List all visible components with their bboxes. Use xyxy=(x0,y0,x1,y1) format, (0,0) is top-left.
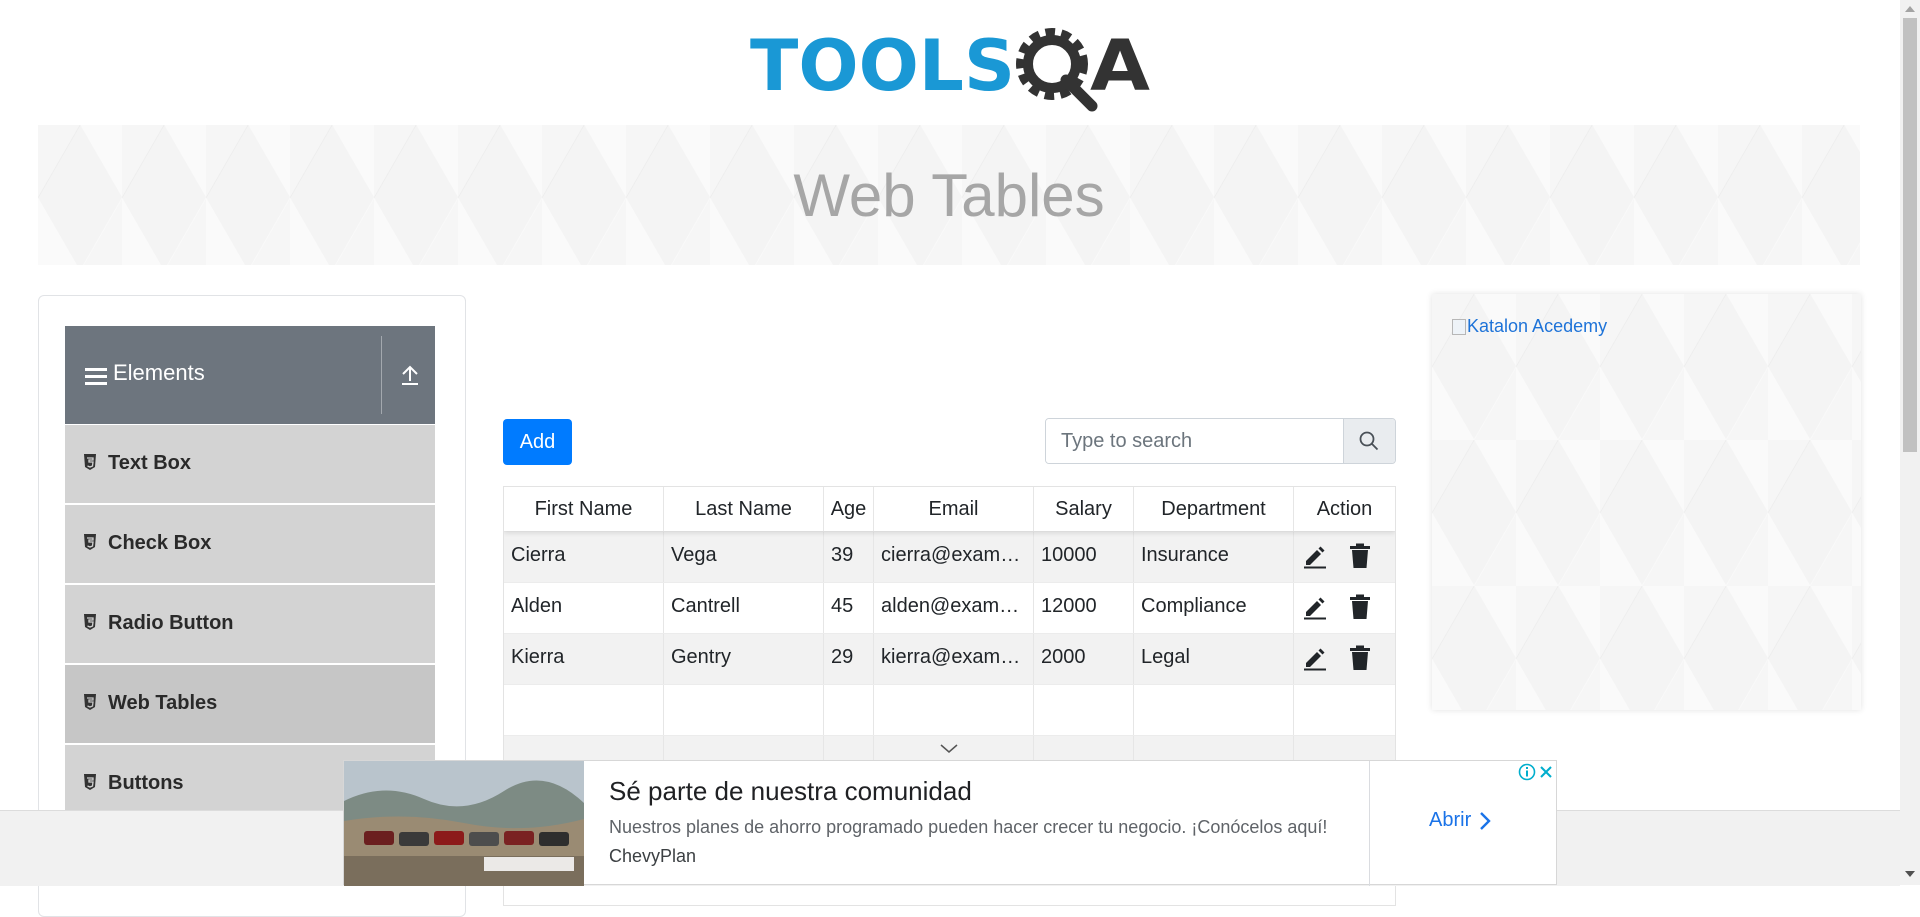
sidebar-item-label: Web Tables xyxy=(108,692,218,714)
html5-icon xyxy=(84,534,96,550)
delete-icon[interactable] xyxy=(1349,645,1371,671)
html5-icon xyxy=(84,694,96,710)
column-header-age[interactable]: Age xyxy=(824,487,874,531)
cell-email: cierra@example.com xyxy=(874,532,1034,582)
cell-last-name: Cantrell xyxy=(664,583,824,633)
ad-info-icon[interactable] xyxy=(1518,763,1536,781)
close-icon[interactable] xyxy=(1537,763,1555,781)
html5-icon xyxy=(84,774,96,790)
chevron-down-icon[interactable] xyxy=(939,743,959,755)
delete-icon[interactable] xyxy=(1349,543,1371,569)
svg-text:A: A xyxy=(1090,25,1150,107)
cell-first-name: Alden xyxy=(504,583,664,633)
ad-alt-text: Katalon Acedemy xyxy=(1467,316,1608,336)
divider xyxy=(381,336,382,414)
cell-salary: 10000 xyxy=(1034,532,1134,582)
edit-icon[interactable] xyxy=(1302,645,1328,671)
sidebar-item-label: Text Box xyxy=(108,452,191,474)
scroll-down-arrow-icon[interactable] xyxy=(1905,871,1915,877)
table-row: Kierra Gentry 29 kierra@example.com 2000… xyxy=(504,633,1395,684)
add-button[interactable]: Add xyxy=(503,419,572,465)
sidebar-item-text-box[interactable]: Text Box xyxy=(65,424,435,503)
page-banner: Web Tables xyxy=(38,125,1860,265)
cell-first-name: Kierra xyxy=(504,634,664,684)
ad-description: Nuestros planes de ahorro programado pue… xyxy=(609,817,1328,837)
delete-icon[interactable] xyxy=(1349,594,1371,620)
column-header-email[interactable]: Email xyxy=(874,487,1034,531)
cell-last-name: Vega xyxy=(664,532,824,582)
edit-icon[interactable] xyxy=(1302,543,1328,569)
cell-first-name: Cierra xyxy=(504,532,664,582)
menu-icon xyxy=(85,368,107,385)
search-button[interactable] xyxy=(1343,419,1395,463)
ad-car-image[interactable] xyxy=(344,761,584,886)
cell-last-name: Gentry xyxy=(664,634,824,684)
table-row: Cierra Vega 39 cierra@example.com 10000 … xyxy=(504,531,1395,582)
column-header-first-name[interactable]: First Name xyxy=(504,487,664,531)
search-input[interactable] xyxy=(1046,419,1344,463)
cell-action xyxy=(1294,634,1395,684)
svg-text:TOOLS: TOOLS xyxy=(750,25,1015,107)
sidebar-item-label: Radio Button xyxy=(108,612,234,634)
page-scrollbar[interactable] xyxy=(1900,0,1920,885)
column-header-last-name[interactable]: Last Name xyxy=(664,487,824,531)
scroll-up-arrow-icon[interactable] xyxy=(1905,6,1915,12)
sidebar-item-label: Check Box xyxy=(108,532,212,554)
cell-department: Insurance xyxy=(1134,532,1294,582)
ad-title[interactable]: Sé parte de nuestra comunidad xyxy=(609,776,972,807)
table-row: Alden Cantrell 45 alden@example.com 1200… xyxy=(504,582,1395,633)
html5-icon xyxy=(84,454,96,470)
sidebar-item-web-tables[interactable]: Web Tables xyxy=(65,664,435,743)
cell-department: Compliance xyxy=(1134,583,1294,633)
group-title: Elements xyxy=(113,360,205,385)
ad-source: ChevyPlan xyxy=(609,846,697,866)
column-header-action: Action xyxy=(1316,498,1373,520)
html5-icon xyxy=(84,614,96,630)
column-header-department[interactable]: Department xyxy=(1134,487,1294,531)
broken-image-icon xyxy=(1452,318,1466,335)
cell-age: 29 xyxy=(824,634,874,684)
search-box xyxy=(1045,418,1396,464)
divider xyxy=(1369,761,1370,886)
cell-department: Legal xyxy=(1134,634,1294,684)
toolsqa-logo[interactable]: TOOLS A xyxy=(750,18,1155,113)
cell-email: kierra@example.com xyxy=(874,634,1034,684)
page-title: Web Tables xyxy=(793,162,1105,229)
cell-action xyxy=(1294,583,1395,633)
ad-open-button[interactable]: Abrir xyxy=(1429,809,1491,832)
cell-age: 39 xyxy=(824,532,874,582)
edit-icon[interactable] xyxy=(1302,594,1328,620)
cell-email: alden@example.com xyxy=(874,583,1034,633)
side-ad-panel[interactable]: Katalon Acedemy xyxy=(1432,294,1861,710)
cell-action xyxy=(1294,532,1395,582)
collapse-icon[interactable] xyxy=(397,362,423,388)
elements-group-header[interactable]: Elements xyxy=(65,326,435,424)
column-header-salary[interactable]: Salary xyxy=(1034,487,1134,531)
bottom-ad-banner[interactable]: Sé parte de nuestra comunidad Nuestros p… xyxy=(343,760,1557,886)
scrollbar-thumb[interactable] xyxy=(1903,18,1917,452)
table-row-empty xyxy=(504,684,1395,735)
table-header-row: First Name Last Name Age Email Salary De… xyxy=(504,487,1395,531)
cell-age: 45 xyxy=(824,583,874,633)
cell-salary: 2000 xyxy=(1034,634,1134,684)
ad-open-label: Abrir xyxy=(1429,809,1472,831)
chevron-right-icon xyxy=(1480,811,1491,830)
search-icon xyxy=(1359,431,1379,451)
cell-salary: 12000 xyxy=(1034,583,1134,633)
sidebar-item-label: Buttons xyxy=(108,772,184,794)
sidebar-item-radio-button[interactable]: Radio Button xyxy=(65,584,435,663)
katalon-ad-image[interactable]: Katalon Acedemy xyxy=(1452,316,1607,337)
sidebar-item-check-box[interactable]: Check Box xyxy=(65,504,435,583)
